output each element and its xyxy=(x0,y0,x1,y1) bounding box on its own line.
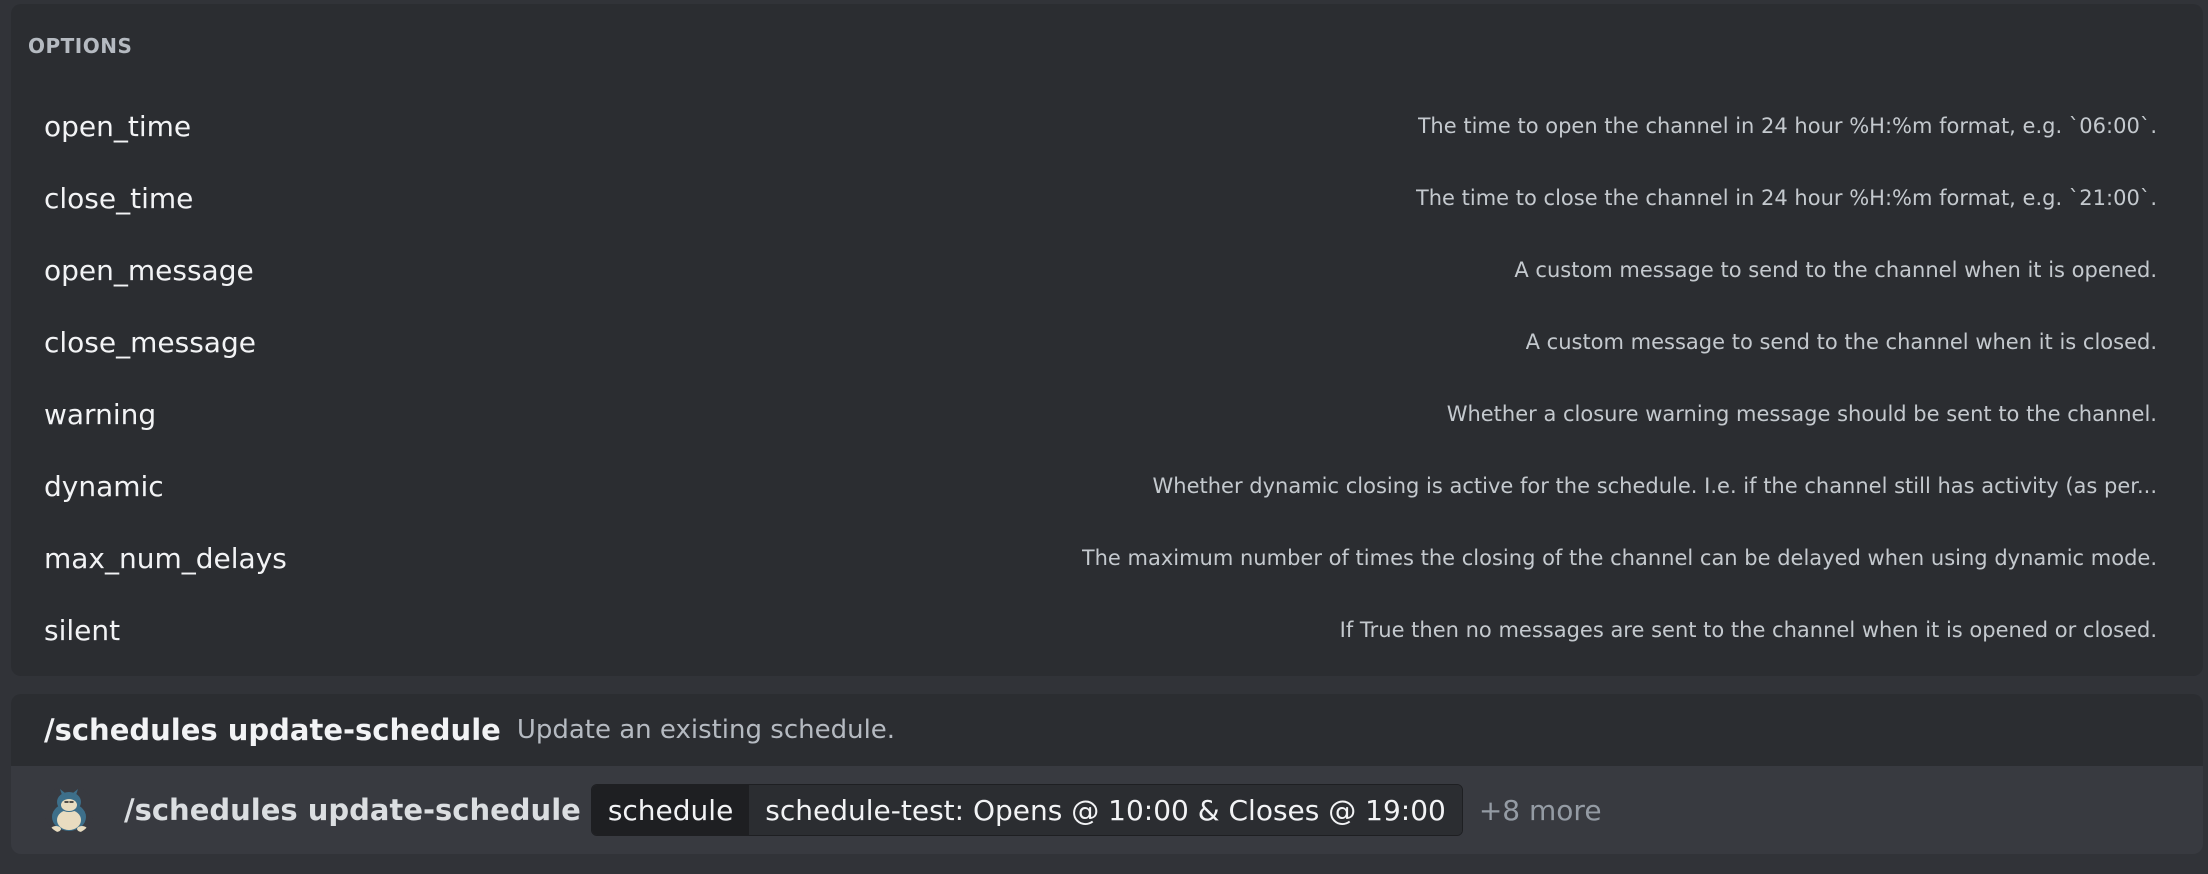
snorlax-avatar-icon xyxy=(44,785,94,835)
option-name: silent xyxy=(44,613,121,647)
option-name: max_num_delays xyxy=(44,541,287,575)
option-row-max-num-delays[interactable]: max_num_delays The maximum number of tim… xyxy=(11,522,2203,594)
option-row-close-message[interactable]: close_message A custom message to send t… xyxy=(11,306,2203,378)
option-row-warning[interactable]: warning Whether a closure warning messag… xyxy=(11,378,2203,450)
more-options-indicator: +8 more xyxy=(1478,793,1602,827)
options-header: OPTIONS xyxy=(28,34,133,58)
input-command: /schedules update-schedule xyxy=(124,793,581,827)
option-description: The time to close the channel in 24 hour… xyxy=(1415,186,2157,210)
option-description: A custom message to send to the channel … xyxy=(1525,330,2157,354)
option-row-silent[interactable]: silent If True then no messages are sent… xyxy=(11,594,2203,666)
option-name: warning xyxy=(44,397,157,431)
option-pill-value[interactable]: schedule-test: Opens @ 10:00 & Closes @ … xyxy=(749,785,1462,835)
schedule-option-pill[interactable]: schedule schedule-test: Opens @ 10:00 & … xyxy=(590,784,1463,836)
option-row-open-time[interactable]: open_time The time to open the channel i… xyxy=(11,90,2203,162)
option-name: close_message xyxy=(44,325,256,359)
option-name: close_time xyxy=(44,181,194,215)
message-input-bar[interactable]: /schedules update-schedule schedule sche… xyxy=(11,766,2203,854)
option-description: The maximum number of times the closing … xyxy=(1081,546,2157,570)
option-description: Whether a closure warning message should… xyxy=(1446,402,2157,426)
options-panel: OPTIONS open_time The time to open the c… xyxy=(11,4,2203,676)
command-suggestion-name: /schedules update-schedule xyxy=(44,713,501,747)
option-name: dynamic xyxy=(44,469,164,503)
option-description: If True then no messages are sent to the… xyxy=(1339,618,2157,642)
option-description: A custom message to send to the channel … xyxy=(1514,258,2157,282)
option-pill-key: schedule xyxy=(591,785,750,835)
option-name: open_time xyxy=(44,109,192,143)
option-row-dynamic[interactable]: dynamic Whether dynamic closing is activ… xyxy=(11,450,2203,522)
option-description: The time to open the channel in 24 hour … xyxy=(1417,114,2157,138)
option-name: open_message xyxy=(44,253,254,287)
option-description: Whether dynamic closing is active for th… xyxy=(1152,474,2157,498)
option-row-close-time[interactable]: close_time The time to close the channel… xyxy=(11,162,2203,234)
command-suggestion-description: Update an existing schedule. xyxy=(516,715,896,745)
command-suggestion[interactable]: /schedules update-schedule Update an exi… xyxy=(11,694,2203,766)
option-row-open-message[interactable]: open_message A custom message to send to… xyxy=(11,234,2203,306)
